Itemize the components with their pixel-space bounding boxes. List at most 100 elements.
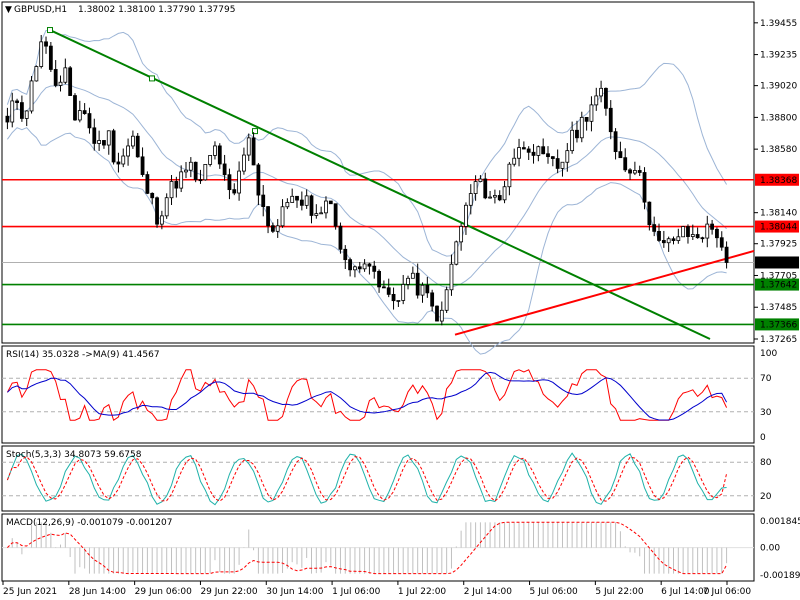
trendline-anchor	[149, 75, 155, 82]
candle-body	[232, 189, 237, 194]
candle-body	[526, 148, 531, 153]
rsi-tick-label: 30	[760, 408, 772, 418]
candle-body	[415, 272, 420, 296]
candle-body	[483, 178, 488, 199]
candle-body	[507, 163, 512, 188]
candle-body	[53, 69, 58, 86]
candle-body	[686, 226, 690, 237]
level-tag-label: 1.38044	[760, 223, 797, 233]
candle-body	[29, 80, 34, 112]
macd-label: MACD(12,26,9) -0.001079 -0.001207	[6, 518, 172, 528]
rsi-label: RSI(14) 35.0328 ->MA(9) 41.4567	[6, 350, 160, 360]
candle-body	[106, 130, 111, 146]
candle-body	[174, 181, 179, 189]
candle-body	[550, 156, 555, 159]
candle-body	[386, 287, 391, 295]
candle-body	[512, 157, 517, 165]
candle-body	[319, 212, 324, 215]
candle-body	[275, 225, 280, 232]
candle-body	[97, 140, 102, 144]
candle-body	[623, 157, 628, 171]
symbol-timeframe: GBPUSD,H1	[14, 5, 67, 15]
candle-body	[140, 156, 145, 175]
candle-body	[266, 206, 270, 227]
candle-body	[710, 223, 715, 230]
candle-body	[251, 137, 256, 166]
candle-body	[10, 100, 15, 123]
candle-body	[439, 309, 444, 322]
candle-body	[222, 163, 227, 176]
candle-body	[435, 305, 439, 322]
candle-body	[517, 147, 521, 159]
macd-tick-label: 0.001845	[760, 517, 800, 527]
candle-body	[295, 195, 299, 201]
candle-body	[430, 292, 435, 307]
time-tick-label: 30 Jun 14:00	[266, 587, 323, 597]
candle-body	[314, 213, 319, 216]
price-tick-label: 1.38140	[760, 209, 797, 219]
candle-body	[608, 107, 613, 133]
candle-body	[594, 95, 599, 106]
candle-body	[546, 153, 550, 158]
candle-body	[280, 206, 285, 227]
level-tag-label: 1.37366	[760, 320, 797, 330]
candle-body	[661, 240, 666, 244]
trading-chart[interactable]: 1.39455 1.39235 1.39020 1.38800 1.38580 1.381…	[0, 0, 800, 600]
time-tick-label: 5 Jul 06:00	[530, 587, 579, 597]
candle-body	[449, 263, 454, 291]
candle-body	[87, 113, 92, 129]
candle-body	[343, 248, 348, 261]
candle-body	[135, 135, 140, 158]
price-tick-label: 1.39020	[760, 82, 797, 92]
candle-body	[396, 300, 401, 302]
time-tick-label: 29 Jun 22:00	[200, 587, 257, 597]
candle-body	[102, 140, 106, 146]
candle-body	[164, 197, 169, 217]
candle-body	[604, 87, 608, 109]
candle-body	[391, 293, 396, 302]
candle-body	[270, 225, 275, 232]
candle-body	[357, 266, 362, 270]
rsi-pane[interactable]	[1, 345, 755, 444]
candle-body	[333, 203, 338, 227]
stoch-tick-label: 80	[760, 458, 772, 468]
candle-body	[502, 186, 507, 201]
candle-body	[715, 228, 719, 239]
candle-body	[290, 195, 295, 203]
candle-body	[575, 129, 579, 139]
candle-body	[618, 151, 623, 159]
time-tick-label: 7 Jul 06:00	[703, 587, 752, 597]
stoch-tick-label: 20	[760, 492, 772, 502]
time-tick-label: 28 Jun 14:00	[69, 587, 126, 597]
candle-body	[309, 195, 314, 216]
candle-body	[203, 164, 208, 181]
candle-body	[642, 172, 647, 203]
current-price-label: 1.37795	[760, 258, 797, 268]
candle-body	[68, 67, 73, 96]
macd-tick-label: 0.00	[760, 544, 780, 554]
candle-body	[570, 129, 575, 152]
candle-body	[695, 234, 700, 239]
candle-body	[632, 170, 637, 174]
dropdown-arrow-icon[interactable]: ▼	[5, 5, 12, 15]
candle-body	[77, 110, 82, 121]
candle-body	[92, 127, 97, 144]
time-tick-label: 2 Jul 14:00	[464, 587, 513, 597]
candle-body	[560, 161, 565, 169]
candle-body	[126, 145, 130, 157]
candle-body	[401, 284, 406, 301]
candle-body	[377, 270, 381, 288]
ohlc-values: 1.38002 1.38100 1.37790 1.37795	[78, 5, 235, 15]
candle-body	[58, 81, 63, 86]
candle-body	[536, 146, 541, 156]
candle-body	[372, 265, 377, 272]
price-tick-label: 1.37265	[760, 335, 797, 345]
candle-body	[579, 116, 584, 139]
candle-body	[179, 171, 184, 189]
candle-body	[666, 238, 671, 244]
trendline-anchor	[47, 27, 53, 34]
candle-body	[473, 181, 478, 194]
candle-body	[188, 161, 193, 171]
candle-body	[613, 131, 618, 153]
candle-body	[261, 194, 266, 208]
